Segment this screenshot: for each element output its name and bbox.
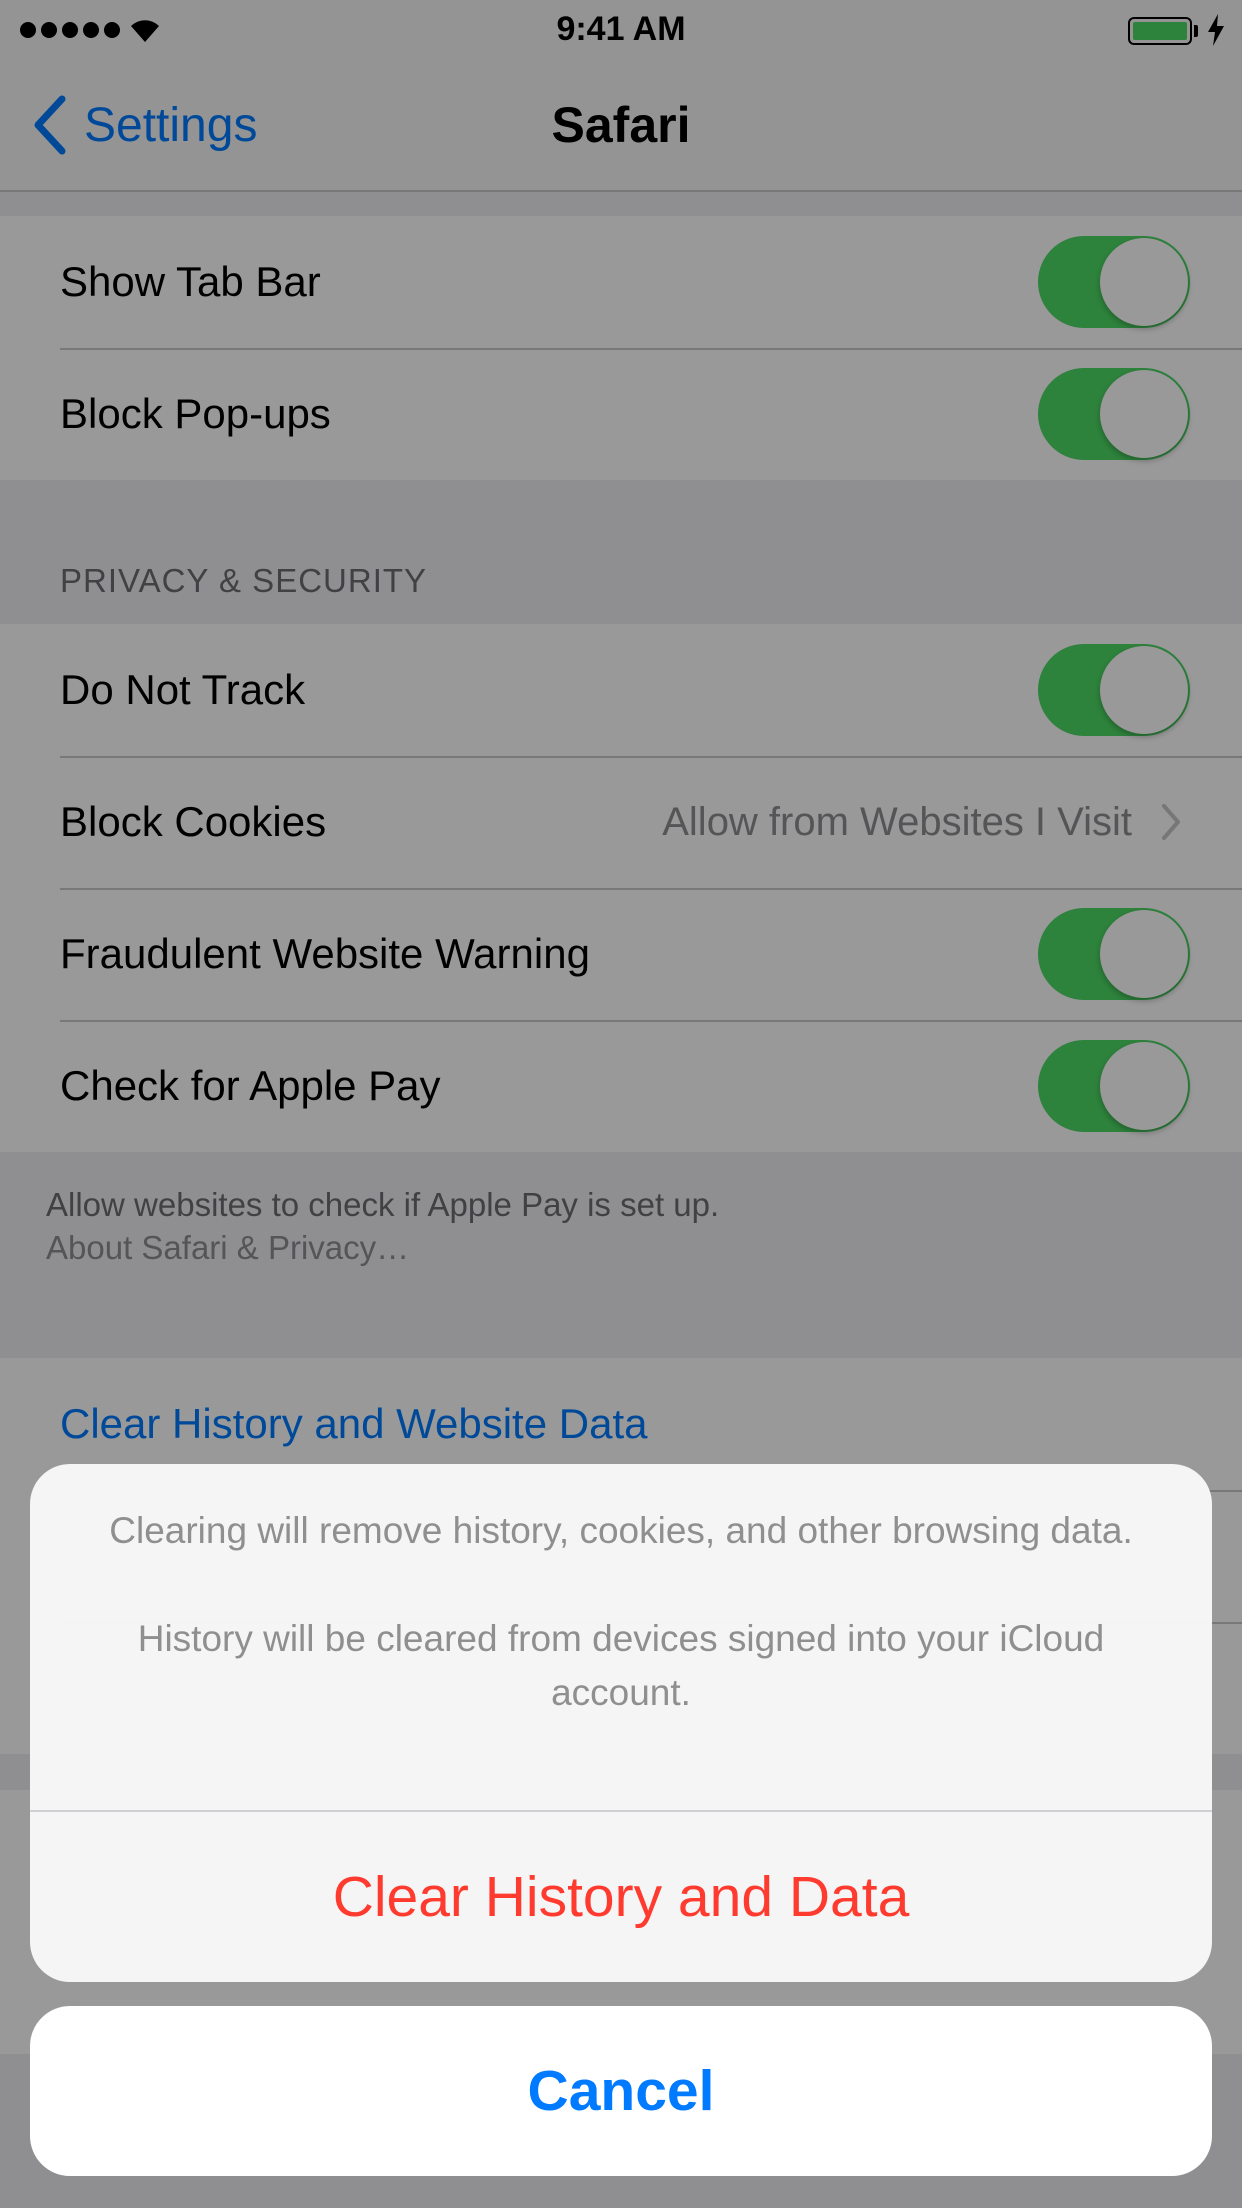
action-sheet-message-line-2: History will be cleared from devices sig… (137, 1618, 1105, 1713)
action-sheet-message: Clearing will remove history, cookies, a… (30, 1464, 1212, 1810)
action-sheet-message-line-1: Clearing will remove history, cookies, a… (109, 1510, 1133, 1551)
clear-history-and-data-button[interactable]: Clear History and Data (30, 1812, 1212, 1982)
action-sheet: Clearing will remove history, cookies, a… (30, 1464, 1212, 1982)
cancel-button[interactable]: Cancel (30, 2006, 1212, 2176)
